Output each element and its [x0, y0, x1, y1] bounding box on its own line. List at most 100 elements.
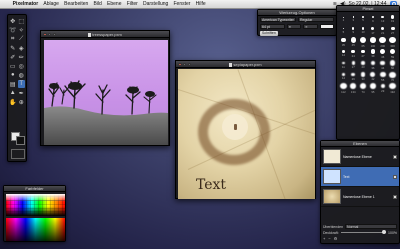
brush-preset[interactable]: 42: [368, 72, 377, 83]
align-center-icon[interactable]: ≡: [303, 24, 318, 29]
color-swatch-grid[interactable]: [6, 194, 65, 216]
layer-row-selected[interactable]: Text: [321, 167, 399, 187]
pen-tool-icon[interactable]: ✒: [18, 89, 26, 97]
font-size-field[interactable]: 64 pt: [260, 24, 285, 29]
menu-filter[interactable]: Filter: [124, 1, 140, 7]
brush-preset[interactable]: 46: [378, 48, 387, 60]
clone-tool-icon[interactable]: ◎: [18, 62, 26, 70]
move-tool-icon[interactable]: ✥: [9, 17, 17, 25]
opacity-slider-knob[interactable]: [382, 230, 387, 235]
paper-window-titlebar[interactable]: sepiapaper.pxm: [176, 61, 315, 68]
font-family-select[interactable]: American Typewriter: [260, 17, 296, 22]
brush-preset[interactable]: 70: [388, 71, 397, 82]
layer-row[interactable]: Namenlose Ebene 1: [321, 187, 399, 207]
layer-visibility-checkbox[interactable]: [393, 154, 397, 159]
close-window-button[interactable]: [178, 62, 182, 66]
menu-ablage[interactable]: Ablage: [41, 1, 62, 7]
layer-row[interactable]: Namenlose Ebene: [321, 147, 399, 167]
magic-wand-tool-icon[interactable]: ✧: [18, 26, 26, 34]
brush-preset[interactable]: 26: [349, 72, 358, 83]
paper-image-canvas[interactable]: Text: [178, 69, 315, 199]
brush-preset[interactable]: 5: [359, 14, 368, 25]
type-tool-icon[interactable]: T: [17, 80, 25, 88]
menu-ebene[interactable]: Ebene: [104, 1, 124, 7]
text-color-swatch[interactable]: [319, 24, 335, 29]
minimize-window-button[interactable]: [47, 32, 52, 36]
font-style-select[interactable]: Regular: [298, 17, 334, 22]
brush-preset[interactable]: 55: [378, 71, 387, 83]
trees-window-titlebar[interactable]: treesspaper.pxm: [41, 31, 169, 38]
brush-preset[interactable]: 9: [349, 26, 358, 37]
shape-tool-icon[interactable]: ▲: [9, 89, 17, 97]
brush-preset[interactable]: 59: [388, 48, 397, 60]
brush-preset[interactable]: 74: [359, 83, 368, 94]
brush-preset[interactable]: 35: [339, 37, 348, 48]
brush-preset[interactable]: 14: [339, 72, 348, 83]
menu-darstellung[interactable]: Darstellung: [140, 1, 170, 7]
brush-preset[interactable]: 65: [359, 37, 368, 48]
menu-app-name[interactable]: Pixelmator: [10, 1, 41, 7]
add-layer-icon[interactable]: +: [323, 236, 325, 241]
brush-preset[interactable]: 39: [368, 49, 377, 60]
brush-preset[interactable]: 200: [378, 37, 387, 48]
brush-preset[interactable]: 134: [349, 83, 358, 94]
menu-fenster[interactable]: Fenster: [171, 1, 193, 7]
brush-preset[interactable]: 3: [349, 14, 358, 25]
background-color-swatch[interactable]: [16, 136, 25, 145]
menu-bearbeiten[interactable]: Bearbeiten: [62, 1, 91, 7]
menu-hilfe[interactable]: Hilfe: [193, 1, 208, 7]
eraser-tool-icon[interactable]: ▭: [9, 62, 17, 70]
brush-preset[interactable]: 36: [368, 60, 377, 71]
lasso-tool-icon[interactable]: ➰: [9, 26, 17, 34]
zoom-window-button[interactable]: [52, 32, 57, 36]
sponge-tool-icon[interactable]: ◍: [18, 71, 26, 79]
brush-preset[interactable]: 9: [368, 14, 377, 25]
brush-preset[interactable]: 112: [339, 83, 348, 94]
brush-preset[interactable]: 44: [378, 60, 387, 71]
brush-preset[interactable]: 14: [339, 49, 348, 60]
brush-preset[interactable]: 23: [359, 60, 368, 71]
brush-preset[interactable]: 192: [388, 83, 397, 94]
pencil-tool-icon[interactable]: ✏: [18, 53, 26, 61]
canvas-text-layer[interactable]: Text: [196, 177, 226, 193]
zoom-tool-icon[interactable]: ⊕: [18, 98, 26, 106]
brush-preset[interactable]: 33: [359, 72, 368, 83]
paint-bucket-tool-icon[interactable]: ◈: [18, 44, 26, 52]
brush-preset[interactable]: 5: [339, 26, 348, 37]
menu-bild[interactable]: Bild: [91, 1, 105, 7]
brush-preset[interactable]: 100: [368, 37, 377, 48]
brush-preset[interactable]: 1: [339, 14, 348, 25]
brush-preset[interactable]: 17: [368, 26, 377, 37]
opacity-slider[interactable]: [340, 230, 387, 235]
layer-gear-icon[interactable]: ⚙: [334, 236, 338, 241]
color-swatches[interactable]: [11, 132, 25, 145]
brush-preset[interactable]: 27: [359, 49, 368, 60]
screen-mode-icon[interactable]: [11, 149, 25, 159]
gradient-tool-icon[interactable]: ▤: [9, 80, 17, 88]
brush-preset[interactable]: 11: [339, 60, 348, 71]
brush-preset[interactable]: 13: [359, 26, 368, 37]
blur-tool-icon[interactable]: ●: [9, 71, 17, 79]
hand-tool-icon[interactable]: ✋: [9, 98, 17, 106]
brush-preset[interactable]: 60: [388, 60, 397, 71]
layer-visibility-checkbox[interactable]: [393, 174, 397, 179]
brush-preset[interactable]: 29: [378, 83, 387, 94]
fonts-button[interactable]: Schriften: [260, 31, 278, 36]
brush-preset[interactable]: 13: [378, 14, 387, 25]
align-left-icon[interactable]: ≡: [286, 24, 302, 29]
brush-preset[interactable]: 24: [349, 49, 358, 60]
zoom-window-button[interactable]: [187, 62, 192, 66]
eyedropper-tool-icon[interactable]: ✎: [9, 44, 17, 52]
crop-tool-icon[interactable]: ⌗: [9, 35, 17, 43]
brush-preset[interactable]: 45: [349, 37, 358, 48]
brush-tool-icon[interactable]: ✐: [9, 53, 17, 61]
minimize-window-button[interactable]: [182, 62, 187, 66]
remove-layer-icon[interactable]: −: [328, 236, 330, 241]
color-spectrum[interactable]: [6, 218, 65, 241]
layer-visibility-checkbox[interactable]: [393, 194, 397, 199]
blend-mode-select[interactable]: Normal: [345, 224, 397, 229]
brush-preset[interactable]: 95: [368, 83, 377, 94]
close-window-button[interactable]: [43, 32, 47, 36]
brush-preset[interactable]: 21: [378, 26, 387, 37]
brush-preset[interactable]: 27: [388, 26, 397, 37]
